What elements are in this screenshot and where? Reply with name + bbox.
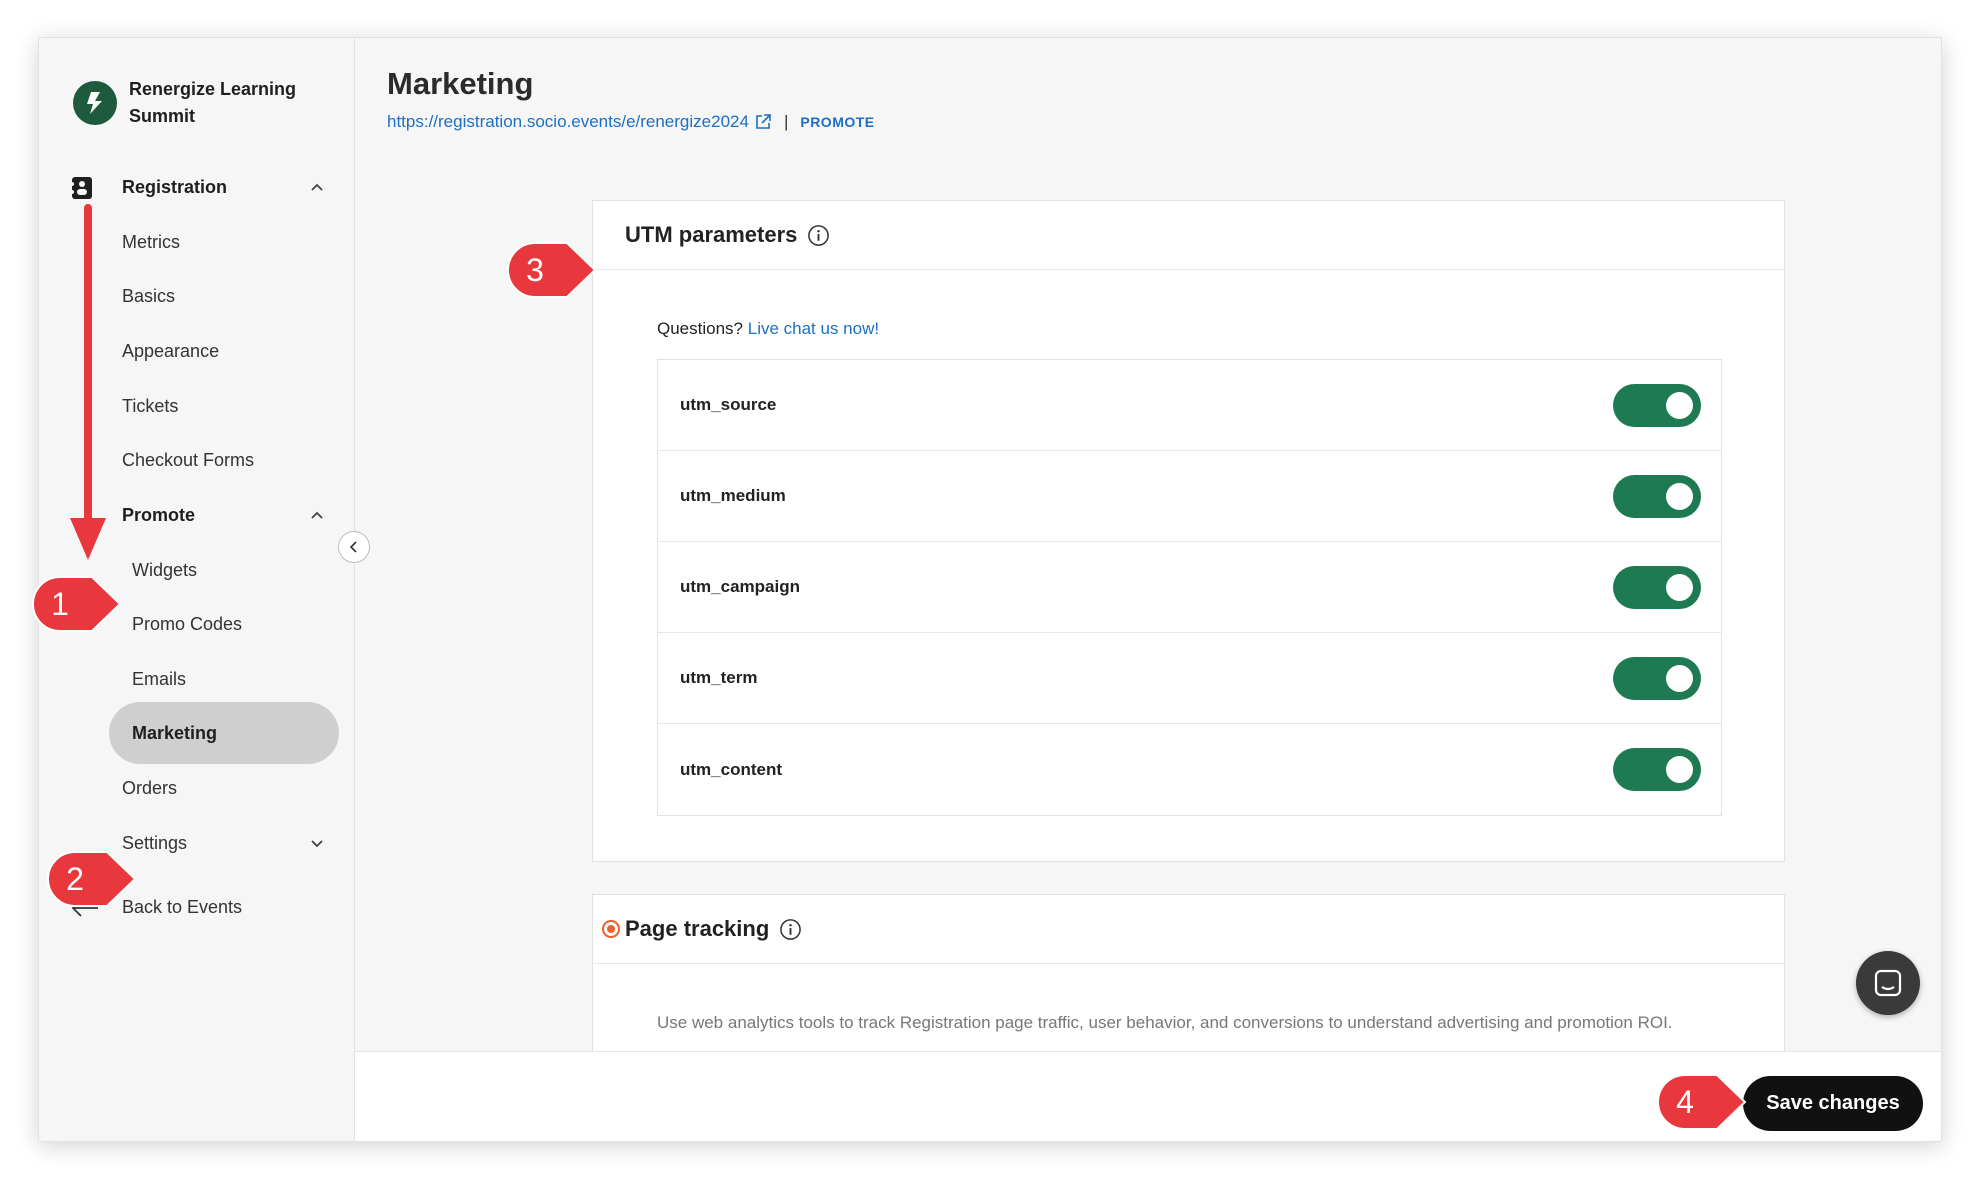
- page-title: Marketing: [387, 66, 534, 101]
- chevron-left-icon: [349, 541, 357, 553]
- sidebar-item-registration[interactable]: Registration: [69, 161, 339, 213]
- utm-param-name: utm_medium: [680, 486, 786, 505]
- chevron-up-icon: [311, 511, 323, 519]
- chevron-down-icon: [311, 840, 323, 848]
- event-url-link[interactable]: https://registration.socio.events/e/rene…: [387, 112, 749, 132]
- utm-param-name: utm_source: [680, 395, 777, 414]
- ticket-icon: [70, 177, 92, 199]
- chat-widget-button[interactable]: [1856, 951, 1920, 1015]
- toggle-knob: [1666, 756, 1693, 783]
- utm-param-list: utm_source utm_medium utm_campaign utm_t…: [657, 359, 1722, 816]
- tracking-card-header: Page tracking: [593, 895, 1784, 964]
- utm-campaign-toggle[interactable]: [1613, 566, 1701, 609]
- sidebar-item-label: Promote: [122, 504, 196, 525]
- save-changes-button[interactable]: Save changes: [1743, 1076, 1923, 1131]
- tutorial-arrow-down: [70, 204, 106, 560]
- sidebar-item-tickets[interactable]: Tickets: [69, 380, 339, 432]
- annotation-badge-3: 3: [507, 242, 597, 298]
- sidebar-item-promote[interactable]: Promote: [69, 489, 339, 541]
- utm-param-row: utm_term: [658, 633, 1721, 724]
- utm-param-row: utm_campaign: [658, 542, 1721, 633]
- sidebar-item-label: Promo Codes: [132, 613, 243, 634]
- promote-link[interactable]: PROMOTE: [800, 114, 874, 130]
- utm-param-row: utm_source: [658, 360, 1721, 451]
- main-content: Marketing https://registration.socio.eve…: [355, 38, 1941, 1141]
- utm-source-toggle[interactable]: [1613, 384, 1701, 427]
- sidebar-item-basics[interactable]: Basics: [69, 270, 339, 322]
- info-icon[interactable]: [779, 918, 802, 941]
- annotation-number: 3: [526, 252, 544, 288]
- utm-param-row: utm_content: [658, 724, 1721, 815]
- brand[interactable]: Renergize Learning Summit: [73, 76, 329, 130]
- sidebar-item-label: Basics: [122, 285, 176, 306]
- sidebar-item-checkout-forms[interactable]: Checkout Forms: [69, 434, 339, 486]
- sidebar-item-appearance[interactable]: Appearance: [69, 325, 339, 377]
- utm-content-toggle[interactable]: [1613, 748, 1701, 791]
- sidebar-item-label: Emails: [132, 668, 187, 689]
- sidebar-item-label: Marketing: [132, 722, 218, 743]
- brand-logo-icon: [73, 81, 117, 125]
- sidebar-item-metrics[interactable]: Metrics: [69, 216, 339, 268]
- annotation-badge-4: 4: [1657, 1074, 1747, 1130]
- brand-name: Renergize Learning Summit: [129, 79, 297, 126]
- utm-param-row: utm_medium: [658, 451, 1721, 542]
- sidebar-item-label: Orders: [122, 777, 178, 798]
- chevron-up-icon: [311, 183, 323, 191]
- utm-parameters-card: UTM parameters Questions? Live chat us n…: [592, 200, 1785, 862]
- sidebar-item-label: Metrics: [122, 231, 180, 252]
- toggle-knob: [1666, 392, 1693, 419]
- tracking-card-title: Page tracking: [625, 916, 770, 941]
- annotation-badge-1: 1: [32, 576, 122, 632]
- questions-text: Questions? Live chat us now!: [657, 319, 879, 339]
- annotation-number: 4: [1676, 1084, 1694, 1120]
- utm-term-toggle[interactable]: [1613, 657, 1701, 700]
- utm-param-name: utm_campaign: [680, 577, 800, 596]
- utm-card-header: UTM parameters: [593, 201, 1784, 270]
- event-url-row: https://registration.socio.events/e/rene…: [387, 112, 875, 132]
- sidebar-item-label: Tickets: [122, 395, 179, 416]
- sidebar-item-emails[interactable]: Emails: [69, 653, 339, 705]
- toggle-knob: [1666, 483, 1693, 510]
- annotation-badge-2: 2: [47, 851, 137, 907]
- chat-icon: [1874, 969, 1902, 997]
- utm-card-title: UTM parameters: [625, 222, 798, 247]
- annotation-number: 1: [51, 586, 69, 622]
- external-link-icon[interactable]: [754, 113, 772, 131]
- collapse-sidebar-button[interactable]: [338, 531, 370, 563]
- tracking-description: Use web analytics tools to track Registr…: [657, 1013, 1673, 1032]
- unsaved-indicator-icon: [602, 920, 620, 938]
- info-icon[interactable]: [807, 224, 830, 247]
- sidebar-item-orders[interactable]: Orders: [69, 762, 339, 814]
- sidebar-item-label: Appearance: [122, 340, 220, 361]
- utm-medium-toggle[interactable]: [1613, 475, 1701, 518]
- utm-param-name: utm_content: [680, 759, 782, 779]
- toggle-knob: [1666, 665, 1693, 692]
- app-window: Renergize Learning Summit Registration M…: [38, 37, 1942, 1142]
- sidebar-item-label: Checkout Forms: [122, 449, 255, 470]
- toggle-knob: [1666, 574, 1693, 601]
- annotation-number: 2: [66, 861, 84, 897]
- sidebar-item-label: Registration: [122, 176, 228, 197]
- questions-label: Questions?: [657, 319, 743, 338]
- sidebar-item-label: Widgets: [132, 559, 198, 580]
- live-chat-link[interactable]: Live chat us now!: [748, 319, 879, 338]
- utm-param-name: utm_term: [680, 668, 758, 687]
- url-separator: |: [783, 112, 789, 131]
- sidebar-item-marketing[interactable]: Marketing: [109, 702, 339, 764]
